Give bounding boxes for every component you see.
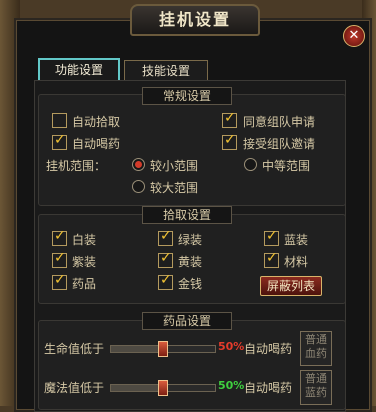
window-title: 挂机设置 bbox=[130, 4, 260, 36]
pickup-green-checkbox[interactable]: ✓ bbox=[158, 228, 173, 246]
hp-slider-fill bbox=[111, 346, 163, 352]
close-button[interactable]: ✕ bbox=[343, 25, 365, 47]
check-icon: ✓ bbox=[160, 272, 172, 288]
check-icon: ✓ bbox=[160, 250, 172, 266]
pickup-material-checkbox[interactable]: ✓ bbox=[264, 250, 279, 268]
hp-percent: 50% bbox=[218, 340, 245, 353]
mp-threshold-label: 魔法值低于 bbox=[44, 381, 105, 395]
auto-pickup-label: 自动拾取 bbox=[72, 115, 121, 129]
pickup-purple-checkbox[interactable]: ✓ bbox=[52, 250, 67, 268]
check-icon: ✓ bbox=[54, 250, 66, 266]
hp-slider[interactable] bbox=[110, 341, 216, 357]
pickup-potion-label: 药品 bbox=[72, 277, 97, 291]
pickup-blue-checkbox[interactable]: ✓ bbox=[264, 228, 279, 246]
hp-action-label: 自动喝药 bbox=[244, 342, 293, 356]
check-icon: ✓ bbox=[266, 228, 278, 244]
mp-action-label: 自动喝药 bbox=[244, 381, 293, 395]
mp-slider-fill bbox=[111, 385, 163, 391]
mp-percent: 50% bbox=[218, 379, 245, 392]
check-icon: ✓ bbox=[266, 250, 278, 266]
block-list-button[interactable]: 屏蔽列表 bbox=[260, 276, 322, 296]
accept-invite-label: 接受组队邀请 bbox=[243, 137, 316, 151]
range-large-radio[interactable] bbox=[132, 180, 145, 193]
pickup-material-label: 材料 bbox=[284, 255, 309, 269]
hp-potion-button-line2: 血药 bbox=[305, 347, 327, 360]
pickup-yellow-checkbox[interactable]: ✓ bbox=[158, 250, 173, 268]
hp-threshold-label: 生命值低于 bbox=[44, 342, 105, 356]
accept-invite-checkbox[interactable]: ✓ bbox=[222, 132, 237, 150]
mp-potion-button-line1: 普通 bbox=[305, 372, 327, 385]
range-small-radio[interactable] bbox=[132, 158, 145, 171]
check-icon: ✓ bbox=[54, 132, 66, 148]
range-medium-label: 中等范围 bbox=[262, 159, 311, 173]
pickup-green-label: 绿装 bbox=[178, 233, 203, 247]
pickup-blue-label: 蓝装 bbox=[284, 233, 309, 247]
check-icon: ✓ bbox=[54, 272, 66, 288]
range-label: 挂机范围： bbox=[46, 159, 107, 173]
hp-potion-button-line1: 普通 bbox=[305, 333, 327, 346]
auto-drink-label: 自动喝药 bbox=[72, 137, 121, 151]
potion-settings-title: 药品设置 bbox=[142, 312, 232, 330]
check-icon: ✓ bbox=[54, 228, 66, 244]
range-medium-radio[interactable] bbox=[244, 158, 257, 171]
hp-potion-button[interactable]: 普通 血药 bbox=[300, 331, 332, 366]
pickup-yellow-label: 黄装 bbox=[178, 255, 203, 269]
range-small-label: 较小范围 bbox=[150, 159, 199, 173]
mp-slider-thumb[interactable] bbox=[158, 380, 168, 396]
range-large-label: 较大范围 bbox=[150, 181, 199, 195]
tab-skill-settings[interactable]: 技能设置 bbox=[124, 60, 208, 82]
auto-pickup-checkbox[interactable] bbox=[52, 113, 67, 128]
agree-team-label: 同意组队申请 bbox=[243, 115, 316, 129]
general-settings-title: 常规设置 bbox=[142, 87, 232, 105]
mp-potion-button[interactable]: 普通 蓝药 bbox=[300, 370, 332, 405]
auto-drink-checkbox[interactable]: ✓ bbox=[52, 132, 67, 150]
hp-slider-thumb[interactable] bbox=[158, 341, 168, 357]
tab-function-settings[interactable]: 功能设置 bbox=[38, 58, 120, 82]
check-icon: ✓ bbox=[160, 228, 172, 244]
pickup-purple-label: 紫装 bbox=[72, 255, 97, 269]
agree-team-checkbox[interactable]: ✓ bbox=[222, 110, 237, 128]
pickup-money-checkbox[interactable]: ✓ bbox=[158, 272, 173, 290]
mp-potion-button-line2: 蓝药 bbox=[305, 386, 327, 399]
pickup-money-label: 金钱 bbox=[178, 277, 203, 291]
check-icon: ✓ bbox=[224, 110, 236, 126]
pickup-potion-checkbox[interactable]: ✓ bbox=[52, 272, 67, 290]
radio-dot bbox=[135, 161, 142, 168]
mp-slider[interactable] bbox=[110, 380, 216, 396]
pickup-white-label: 白装 bbox=[72, 233, 97, 247]
pickup-settings-title: 拾取设置 bbox=[142, 206, 232, 224]
pickup-white-checkbox[interactable]: ✓ bbox=[52, 228, 67, 246]
check-icon: ✓ bbox=[224, 132, 236, 148]
